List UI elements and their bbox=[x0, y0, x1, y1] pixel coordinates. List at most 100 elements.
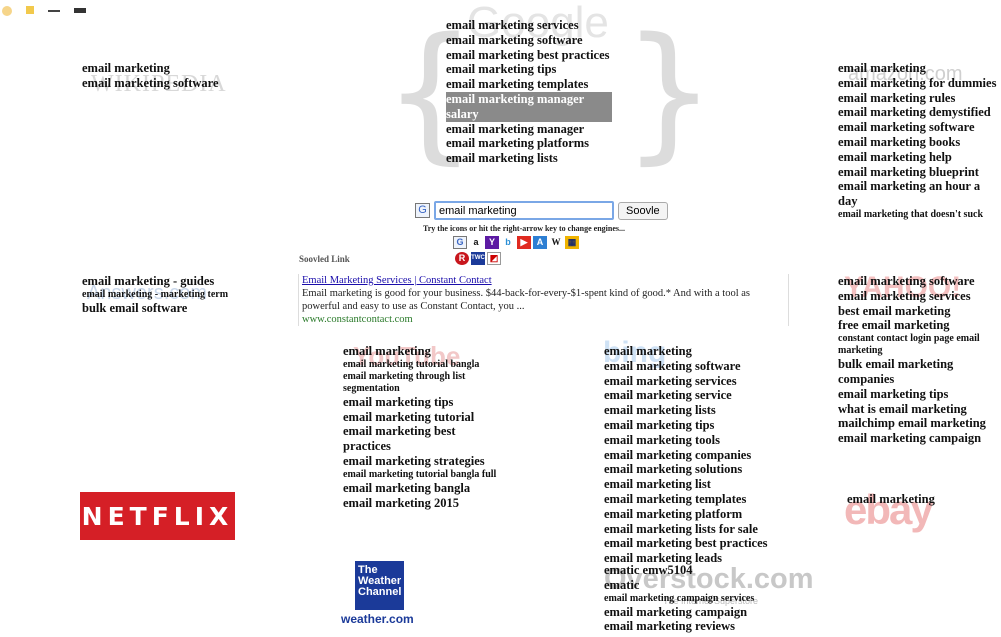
wikipedia-suggestions: email marketing email marketing software bbox=[82, 61, 252, 91]
amazon-suggestion-item[interactable]: email marketing demystified bbox=[838, 105, 1000, 120]
yahoo-suggestion-item[interactable]: constant contact login page email market… bbox=[838, 333, 1000, 357]
ebay-icon[interactable]: ◩ bbox=[487, 252, 501, 265]
bing-suggestion-item[interactable]: email marketing lists bbox=[604, 403, 774, 418]
amazon-suggestion-item[interactable]: email marketing blueprint bbox=[838, 165, 1000, 180]
amazon-suggestion-item[interactable]: email marketing an hour a day bbox=[838, 179, 1000, 209]
youtube-icon[interactable]: ▶ bbox=[517, 236, 531, 249]
youtube-suggestion-item[interactable]: email marketing tutorial bangla full bbox=[343, 469, 501, 481]
netflix-logo[interactable]: NETFLIX bbox=[80, 492, 235, 540]
soovle-button[interactable]: Soovle bbox=[618, 201, 668, 220]
google-suggestion-item[interactable]: email marketing tips bbox=[446, 62, 612, 77]
engine-icons-row-2: R TWC ◩ bbox=[455, 252, 501, 265]
google-suggestion-item[interactable]: email marketing manager bbox=[446, 122, 612, 137]
yahoo-suggestion-item[interactable]: free email marketing bbox=[838, 318, 1000, 333]
bing-suggestion-item[interactable]: email marketing service bbox=[604, 388, 774, 403]
overstock-suggestion-item[interactable]: ematic bbox=[604, 578, 774, 593]
amazon-suggestion-item[interactable]: email marketing bbox=[838, 61, 1000, 76]
google-suggestion-item[interactable]: email marketing lists bbox=[446, 151, 612, 166]
answers-suggestion-item[interactable]: email marketing - marketing term bbox=[82, 289, 242, 301]
yahoo-suggestion-item[interactable]: mailchimp email marketing bbox=[838, 416, 1000, 431]
wikipedia-suggestion-item[interactable]: email marketing bbox=[82, 61, 252, 76]
yahoo-suggestion-item[interactable]: bulk email marketing companies bbox=[838, 357, 1000, 387]
yahoo-suggestion-item[interactable]: what is email marketing bbox=[838, 402, 1000, 417]
amazon-suggestions: email marketing email marketing for dummi… bbox=[838, 61, 1000, 221]
yahoo-icon[interactable]: Y bbox=[485, 236, 499, 249]
youtube-suggestion-item[interactable]: email marketing tips bbox=[343, 395, 501, 410]
answers-suggestion-item[interactable]: bulk email software bbox=[82, 301, 242, 316]
youtube-suggestion-item[interactable]: email marketing tutorial bangla bbox=[343, 359, 501, 371]
bing-suggestion-item[interactable]: email marketing bbox=[604, 344, 774, 359]
overstock-icon[interactable]: ▦ bbox=[565, 236, 579, 249]
youtube-suggestion-item[interactable]: email marketing bangla bbox=[343, 481, 501, 496]
yahoo-suggestion-item[interactable]: best email marketing bbox=[838, 304, 1000, 319]
youtube-suggestion-item[interactable]: email marketing 2015 bbox=[343, 496, 501, 511]
bing-suggestion-item[interactable]: email marketing solutions bbox=[604, 462, 774, 477]
youtube-suggestion-item[interactable]: email marketing best practices bbox=[343, 424, 501, 454]
amazon-suggestion-item[interactable]: email marketing software bbox=[838, 120, 1000, 135]
bing-suggestion-item[interactable]: email marketing best practices bbox=[604, 536, 774, 551]
google-suggestion-item[interactable]: email marketing best practices bbox=[446, 48, 612, 63]
search-bar: G Soovle bbox=[415, 201, 668, 220]
menu-icon[interactable] bbox=[74, 8, 86, 13]
bing-suggestion-item[interactable]: email marketing templates bbox=[604, 492, 774, 507]
youtube-suggestion-item[interactable]: email marketing tutorial bbox=[343, 410, 501, 425]
engine-hint: Try the icons or hit the right-arrow key… bbox=[423, 224, 625, 233]
bing-icon[interactable]: b bbox=[501, 236, 515, 249]
answers-icon[interactable]: A bbox=[533, 236, 547, 249]
google-suggestion-item[interactable]: email marketing platforms bbox=[446, 136, 612, 151]
bing-suggestion-item[interactable]: email marketing list bbox=[604, 477, 774, 492]
bing-suggestion-item[interactable]: email marketing software bbox=[604, 359, 774, 374]
star-icon[interactable] bbox=[26, 6, 34, 14]
overstock-suggestion-item[interactable]: email marketing campaign bbox=[604, 605, 774, 620]
top-toolbar bbox=[2, 6, 86, 16]
soovled-result: Email Marketing Services | Constant Cont… bbox=[298, 274, 789, 326]
soovled-result-url[interactable]: www.constantcontact.com bbox=[302, 314, 413, 325]
yahoo-suggestion-item[interactable]: email marketing campaign bbox=[838, 431, 1000, 446]
answers-suggestion-item[interactable]: email marketing - guides bbox=[82, 274, 242, 289]
bing-suggestion-item[interactable]: email marketing tips bbox=[604, 418, 774, 433]
google-suggestion-item[interactable]: email marketing templates bbox=[446, 77, 612, 92]
google-suggestion-item[interactable]: email marketing manager salary bbox=[446, 91, 612, 122]
overstock-suggestions: ematic emw5104 ematic email marketing camp… bbox=[604, 563, 774, 634]
answers-suggestions: email marketing - guides email marketing … bbox=[82, 274, 242, 316]
twc-icon[interactable]: TWC bbox=[471, 252, 485, 265]
ebay-suggestions: email marketing bbox=[847, 492, 997, 507]
wikipedia-icon[interactable]: W bbox=[549, 236, 563, 249]
yahoo-suggestion-item[interactable]: email marketing software bbox=[838, 274, 1000, 289]
amazon-icon[interactable]: a bbox=[469, 236, 483, 249]
weather-channel-logo[interactable]: The Weather Channel bbox=[355, 561, 404, 610]
google-suggestion-item[interactable]: email marketing services bbox=[446, 18, 612, 33]
youtube-suggestion-item[interactable]: email marketing strategies bbox=[343, 454, 501, 469]
bing-suggestion-item[interactable]: email marketing platform bbox=[604, 507, 774, 522]
youtube-suggestions: email marketing email marketing tutorial … bbox=[343, 344, 501, 510]
overstock-suggestion-item[interactable]: email marketing campaign services bbox=[604, 593, 774, 605]
sun-icon[interactable] bbox=[2, 6, 12, 16]
weather-url[interactable]: weather.com bbox=[341, 612, 414, 626]
google-engine-icon[interactable]: G bbox=[415, 203, 430, 218]
overstock-suggestion-item[interactable]: email marketing reviews bbox=[604, 619, 774, 634]
engine-icons-row-1: G a Y b ▶ A W ▦ bbox=[453, 236, 579, 249]
soovled-result-title[interactable]: Email Marketing Services | Constant Cont… bbox=[302, 275, 492, 286]
google-suggestion-item[interactable]: email marketing software bbox=[446, 33, 612, 48]
bing-suggestion-item[interactable]: email marketing tools bbox=[604, 433, 774, 448]
amazon-suggestion-item[interactable]: email marketing that doesn't suck bbox=[838, 209, 1000, 221]
amazon-suggestion-item[interactable]: email marketing rules bbox=[838, 91, 1000, 106]
minus-icon[interactable] bbox=[48, 10, 60, 12]
amazon-suggestion-item[interactable]: email marketing books bbox=[838, 135, 1000, 150]
recipe-icon[interactable]: R bbox=[455, 252, 469, 265]
yahoo-suggestion-item[interactable]: email marketing tips bbox=[838, 387, 1000, 402]
yahoo-suggestion-item[interactable]: email marketing services bbox=[838, 289, 1000, 304]
search-input[interactable] bbox=[434, 201, 614, 220]
soovled-result-description: Email marketing is good for your busines… bbox=[302, 288, 750, 312]
bing-suggestion-item[interactable]: email marketing lists for sale bbox=[604, 522, 774, 537]
youtube-suggestion-item[interactable]: email marketing through list segmentatio… bbox=[343, 371, 501, 395]
overstock-suggestion-item[interactable]: ematic emw5104 bbox=[604, 563, 774, 578]
google-icon[interactable]: G bbox=[453, 236, 467, 249]
youtube-suggestion-item[interactable]: email marketing bbox=[343, 344, 501, 359]
wikipedia-suggestion-item[interactable]: email marketing software bbox=[82, 76, 252, 91]
bing-suggestion-item[interactable]: email marketing companies bbox=[604, 448, 774, 463]
ebay-suggestion-item[interactable]: email marketing bbox=[847, 492, 997, 507]
amazon-suggestion-item[interactable]: email marketing for dummies bbox=[838, 76, 1000, 91]
bing-suggestion-item[interactable]: email marketing services bbox=[604, 374, 774, 389]
amazon-suggestion-item[interactable]: email marketing help bbox=[838, 150, 1000, 165]
